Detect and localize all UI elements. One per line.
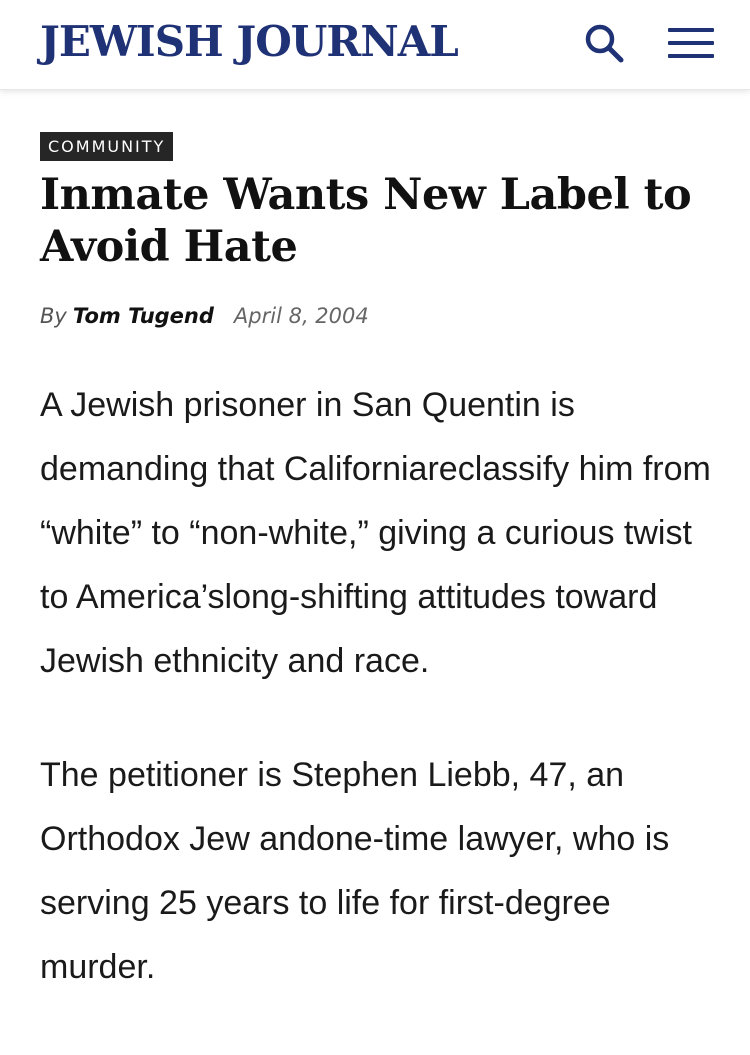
article-headline: Inmate Wants New Label to Avoid Hate [40, 170, 692, 272]
author-link[interactable]: Tom Tugend [73, 304, 214, 328]
search-icon [585, 24, 624, 63]
category-badge[interactable]: COMMUNITY [40, 132, 174, 161]
menu-button[interactable] [662, 17, 720, 69]
site-logo[interactable]: JEWISH JOURNAL [40, 14, 459, 70]
publish-date: April 8, 2004 [233, 304, 369, 328]
article-paragraph: The petitioner is Stephen Liebb, 47, an … [40, 756, 670, 986]
byline-prefix: By [40, 304, 67, 328]
site-header: JEWISH JOURNAL [0, 0, 750, 90]
article: COMMUNITY Inmate Wants New Label to Avoi… [40, 90, 720, 999]
search-button[interactable] [578, 17, 630, 69]
article-paragraph: A Jewish prisoner in San Quentin is dema… [40, 386, 711, 680]
hamburger-menu-icon [668, 28, 714, 58]
byline: By Tom Tugend April 8, 2004 [40, 301, 720, 331]
